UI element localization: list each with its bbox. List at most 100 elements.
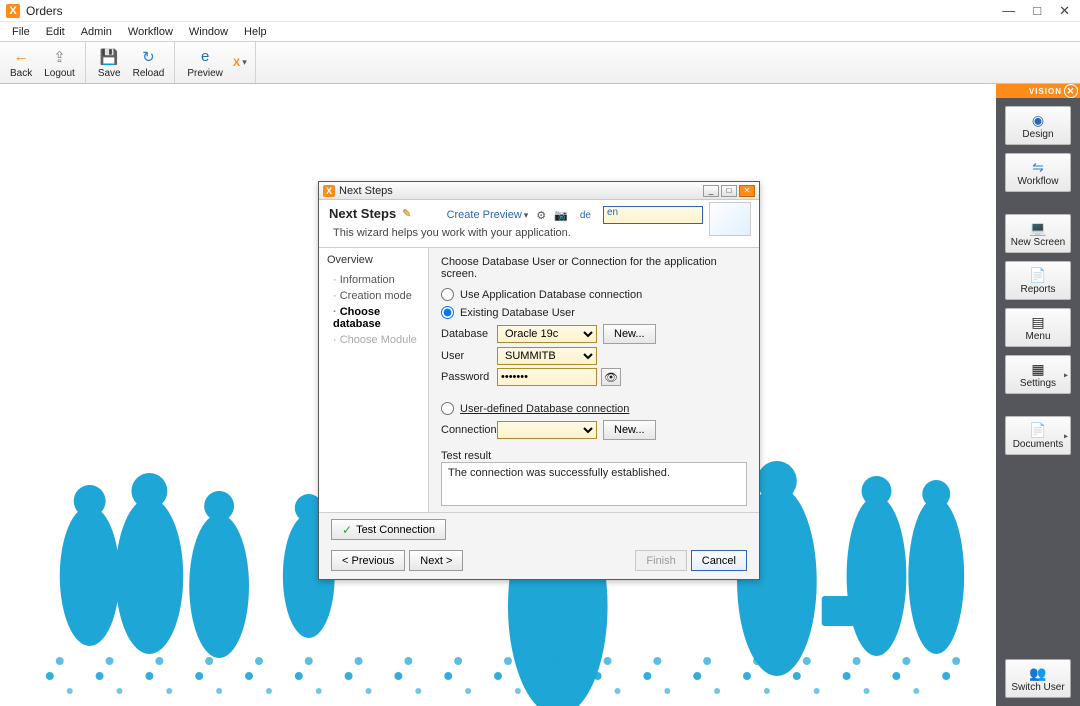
connection-new-button[interactable]: New...: [603, 420, 656, 440]
camera-icon[interactable]: 📷: [554, 209, 568, 222]
menu-icon: ▤: [1026, 313, 1050, 331]
instruction-text: Choose Database User or Connection for t…: [441, 256, 747, 280]
reload-button[interactable]: ↻ Reload: [127, 45, 171, 81]
switch-user-button[interactable]: 👥 Switch User: [1005, 659, 1071, 698]
sidebar-item-documents[interactable]: 📄 Documents ▸: [1005, 416, 1071, 455]
wizard-x-icon: X: [233, 57, 240, 69]
radio-user-defined-label: User-defined Database connection: [460, 403, 629, 415]
new-screen-icon: 💻: [1026, 219, 1050, 237]
password-label: Password: [441, 371, 497, 383]
right-sidebar: VISION ✕ ◉ Design ⇋ Workflow 💻 New Scree…: [996, 84, 1080, 706]
nav-step-choose-module: Choose Module: [327, 332, 420, 348]
radio-existing-user[interactable]: [441, 306, 454, 319]
pencil-icon: ✎: [402, 207, 411, 220]
chevron-right-icon: ▸: [1064, 431, 1068, 440]
chevron-down-icon: ▾: [524, 210, 529, 221]
window-title: Orders: [26, 4, 63, 18]
password-reveal-button[interactable]: 👁: [601, 368, 621, 386]
database-select[interactable]: Oracle 19c: [497, 325, 597, 343]
lang-de-button[interactable]: de: [576, 209, 595, 222]
workspace: X Next Steps _ □ ✕ Next Steps ✎ Create P…: [0, 84, 1080, 706]
sidebar-item-menu[interactable]: ▤ Menu: [1005, 308, 1071, 347]
wizard-main: Choose Database User or Connection for t…: [429, 248, 759, 512]
main-toolbar: ← Back ⇪ Logout 💾 Save ↻ Reload e Previe…: [0, 42, 1080, 84]
chevron-right-icon: ▸: [1064, 370, 1068, 379]
test-result-text: The connection was successfully establis…: [448, 467, 670, 479]
app-logo-icon: X: [6, 4, 20, 18]
cancel-button[interactable]: Cancel: [691, 550, 747, 571]
design-icon: ◉: [1026, 111, 1050, 129]
dialog-subtitle: This wizard helps you work with your app…: [333, 227, 749, 239]
radio-user-defined[interactable]: [441, 402, 454, 415]
logout-icon: ⇪: [50, 47, 70, 67]
lang-en-button[interactable]: en: [603, 206, 703, 224]
check-icon: ✓: [342, 523, 352, 537]
test-result-label: Test result: [441, 450, 747, 462]
database-label: Database: [441, 328, 497, 340]
menu-window[interactable]: Window: [181, 24, 236, 40]
chevron-down-icon: ▾: [242, 57, 247, 68]
menu-help[interactable]: Help: [236, 24, 275, 40]
nav-step-choose-database[interactable]: Choose database: [327, 304, 420, 332]
nav-overview-label: Overview: [327, 254, 420, 266]
sidebar-item-design[interactable]: ◉ Design: [1005, 106, 1071, 145]
sidebar-item-settings[interactable]: ▦ Settings ▸: [1005, 355, 1071, 394]
settings-icon: ▦: [1026, 360, 1050, 378]
back-arrow-icon: ←: [11, 47, 31, 67]
window-close-button[interactable]: ✕: [1059, 3, 1070, 19]
previous-button[interactable]: < Previous: [331, 550, 405, 571]
save-button[interactable]: 💾 Save: [92, 45, 127, 81]
radio-use-app-db[interactable]: [441, 288, 454, 301]
password-input[interactable]: [497, 368, 597, 386]
preview-thumbnail: [709, 202, 751, 236]
sidebar-close-button[interactable]: ✕: [1064, 84, 1078, 98]
nav-step-information[interactable]: Information: [327, 272, 420, 288]
main-titlebar: X Orders ― □ ✕: [0, 0, 1080, 22]
gear-icon[interactable]: ⚙: [536, 209, 546, 222]
user-label: User: [441, 350, 497, 362]
test-result-box: The connection was successfully establis…: [441, 462, 747, 506]
user-select[interactable]: SUMMITB: [497, 347, 597, 365]
next-steps-dialog: X Next Steps _ □ ✕ Next Steps ✎ Create P…: [318, 181, 760, 580]
window-minimize-button[interactable]: ―: [1002, 3, 1015, 19]
dialog-heading: Next Steps ✎: [329, 206, 411, 221]
menu-admin[interactable]: Admin: [73, 24, 120, 40]
create-preview-button[interactable]: Create Preview ▾: [447, 209, 529, 221]
preview-options-button[interactable]: X ▾: [229, 55, 251, 71]
dialog-minimize-button[interactable]: _: [703, 185, 719, 197]
switch-user-icon: 👥: [1026, 664, 1050, 682]
database-new-button[interactable]: New...: [603, 324, 656, 344]
back-button[interactable]: ← Back: [4, 45, 38, 81]
next-button[interactable]: Next >: [409, 550, 463, 571]
nav-step-creation-mode[interactable]: Creation mode: [327, 288, 420, 304]
logout-button[interactable]: ⇪ Logout: [38, 45, 81, 81]
dialog-title: Next Steps: [339, 185, 393, 197]
eye-icon: 👁: [604, 371, 618, 384]
dialog-maximize-button[interactable]: □: [721, 185, 737, 197]
sidebar-item-workflow[interactable]: ⇋ Workflow: [1005, 153, 1071, 192]
dialog-header: Next Steps ✎ Create Preview ▾ ⚙ 📷 de en …: [319, 200, 759, 248]
window-maximize-button[interactable]: □: [1033, 3, 1041, 19]
wizard-nav: Overview Information Creation mode Choos…: [319, 248, 429, 512]
radio-use-app-db-label: Use Application Database connection: [460, 289, 642, 301]
sidebar-item-new-screen[interactable]: 💻 New Screen: [1005, 214, 1071, 253]
dialog-close-button[interactable]: ✕: [739, 185, 755, 197]
reload-icon: ↻: [138, 47, 158, 67]
preview-button[interactable]: e Preview: [181, 45, 229, 81]
menu-bar: File Edit Admin Workflow Window Help: [0, 22, 1080, 42]
menu-workflow[interactable]: Workflow: [120, 24, 181, 40]
connection-select[interactable]: [497, 421, 597, 439]
radio-existing-user-label: Existing Database User: [460, 307, 575, 319]
sidebar-brand: VISION ✕: [996, 84, 1080, 98]
menu-edit[interactable]: Edit: [38, 24, 73, 40]
documents-icon: 📄: [1026, 421, 1050, 439]
save-icon: 💾: [99, 47, 119, 67]
browser-icon: e: [195, 47, 215, 67]
test-connection-button[interactable]: ✓ Test Connection: [331, 519, 446, 540]
finish-button: Finish: [635, 550, 686, 571]
connection-label: Connection: [441, 424, 497, 436]
dialog-titlebar[interactable]: X Next Steps _ □ ✕: [319, 182, 759, 200]
sidebar-item-reports[interactable]: 📄 Reports: [1005, 261, 1071, 300]
menu-file[interactable]: File: [4, 24, 38, 40]
dialog-logo-icon: X: [323, 185, 335, 197]
